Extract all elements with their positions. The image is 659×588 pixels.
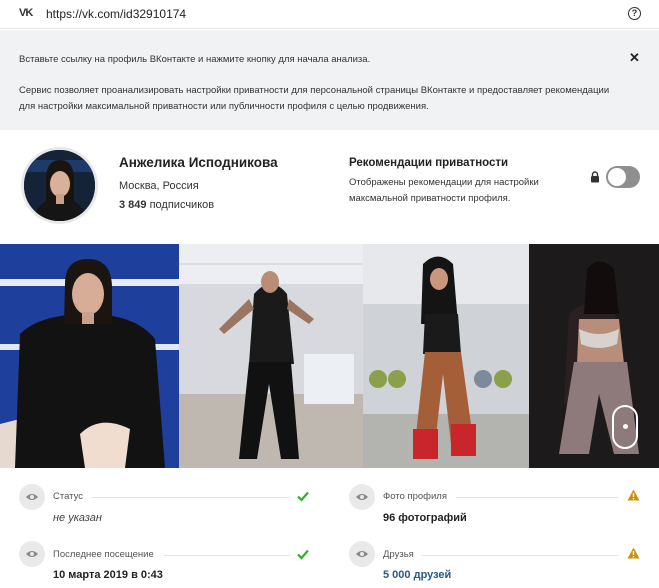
stat-label-friends: Друзья bbox=[383, 549, 414, 560]
info-description: Сервис позволяет проанализировать настро… bbox=[19, 85, 610, 112]
eye-icon bbox=[349, 484, 375, 510]
stat-value-last-seen: 10 марта 2019 в 0:43 bbox=[53, 569, 163, 581]
toggle-knob bbox=[608, 168, 626, 186]
stat-value-profile-photos: 96 фотографий bbox=[383, 512, 467, 524]
profile-url-input[interactable] bbox=[46, 4, 606, 24]
privacy-toggle[interactable] bbox=[606, 166, 640, 188]
profile-name: Анжелика Исподникова bbox=[119, 155, 278, 170]
check-icon bbox=[297, 549, 309, 560]
photo-2[interactable] bbox=[179, 244, 363, 468]
friends-link[interactable]: 5 000 друзей bbox=[383, 569, 451, 581]
eye-icon bbox=[349, 541, 375, 567]
stat-label-profile-photos: Фото профиля bbox=[383, 491, 447, 502]
photo-4[interactable] bbox=[529, 244, 659, 468]
stat-divider bbox=[422, 555, 618, 556]
help-icon[interactable]: ? bbox=[628, 7, 641, 20]
scroll-indicator-dot bbox=[623, 424, 628, 429]
scroll-indicator[interactable] bbox=[612, 405, 638, 449]
photo-3[interactable] bbox=[363, 244, 529, 468]
close-icon[interactable]: ✕ bbox=[629, 50, 640, 66]
eye-icon bbox=[19, 484, 45, 510]
stat-value-status: не указан bbox=[53, 512, 102, 524]
warning-icon bbox=[627, 489, 640, 501]
photo-strip bbox=[0, 244, 659, 468]
warning-icon bbox=[627, 547, 640, 559]
url-bar: VK ? bbox=[0, 0, 659, 29]
profile-city: Москва, Россия bbox=[119, 180, 199, 192]
vk-logo-icon: VK bbox=[19, 7, 33, 19]
check-icon bbox=[297, 491, 309, 502]
info-instruction: Вставьте ссылку на профиль ВКонтакте и н… bbox=[19, 54, 371, 65]
avatar[interactable] bbox=[21, 147, 98, 224]
lock-icon bbox=[591, 171, 599, 183]
stat-divider bbox=[456, 497, 618, 498]
recommendations-description: Отображены рекомендации для настройки ма… bbox=[349, 177, 539, 204]
stat-divider bbox=[164, 555, 290, 556]
subscribers-count: 3 849 подписчиков bbox=[119, 199, 214, 211]
recommendations-title: Рекомендации приватности bbox=[349, 157, 509, 169]
stat-divider bbox=[92, 497, 290, 498]
subscribers-number: 3 849 bbox=[119, 199, 147, 211]
subscribers-label: подписчиков bbox=[146, 199, 215, 211]
stat-label-status: Статус bbox=[53, 491, 84, 502]
info-panel: Вставьте ссылку на профиль ВКонтакте и н… bbox=[0, 30, 659, 130]
eye-icon bbox=[19, 541, 45, 567]
photo-1[interactable] bbox=[0, 244, 179, 468]
stat-label-last-seen: Последнее посещение bbox=[53, 549, 154, 560]
